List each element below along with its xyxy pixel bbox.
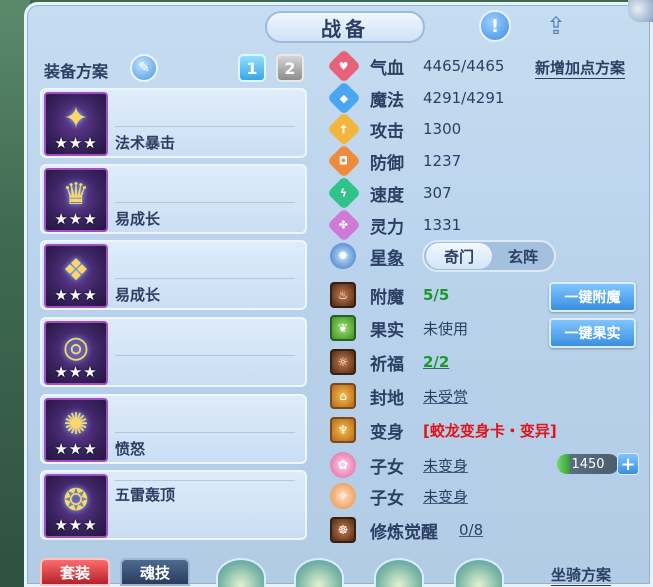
exclamation-icon: ! — [490, 15, 500, 37]
equipment-plan-label: 装备方案 — [44, 62, 109, 81]
mount-orb-3[interactable] — [374, 558, 424, 587]
equipment-slot-helmet[interactable]: ♛ ★★★ 易成长 — [40, 164, 307, 234]
new-point-plan-link[interactable]: 新增加点方案 — [535, 57, 626, 79]
equipment-item-icon: ✺ ★★★ — [44, 398, 108, 462]
equipment-effect-label: 易成长 — [115, 286, 161, 304]
extra-row-enchant: ♨ 附魔 5/5 — [330, 281, 530, 309]
toggle-option-qimen[interactable]: 奇门 — [426, 243, 492, 269]
child-icon: ✿ — [330, 452, 356, 478]
help-button[interactable]: ! — [479, 10, 511, 42]
stat-row-defense: ◘ 防御 1237 — [327, 144, 530, 178]
equipment-effect-label: 五雷轰顶 — [115, 486, 176, 504]
equipment-slot-shoes[interactable]: ❂ ★★★ 五雷轰顶 — [40, 470, 307, 540]
mount-value-bar: 1450 — [557, 454, 619, 474]
edit-plan-button[interactable]: ✎ — [130, 54, 158, 82]
add-value-button[interactable]: + — [617, 453, 639, 475]
one-click-enchant-button[interactable]: 一键附魔 — [549, 282, 636, 312]
equipment-slot-armor[interactable]: ❖ ★★★ 易成长 — [40, 240, 307, 310]
extra-row-cultivation: ☸ 修炼觉醒 0/8 — [330, 516, 550, 544]
share-icon: ⇪ — [545, 12, 567, 40]
equipment-item-icon: ◎ ★★★ — [44, 321, 108, 385]
equipment-item-icon: ✦ ★★★ — [44, 92, 108, 156]
star-sign-toggle[interactable]: 奇门 玄阵 — [422, 240, 556, 272]
mount-orb-2[interactable] — [294, 558, 344, 587]
equipment-item-icon: ♛ ★★★ — [44, 168, 108, 232]
star-sign-icon: ✹ — [330, 243, 356, 269]
bottom-bar: 套装 魂技 坐骑方案 — [24, 552, 653, 587]
stat-row-hp: ♥ 气血 4465/4465 — [327, 49, 530, 83]
star-sign-row: ✹ 星象 — [330, 242, 410, 270]
plan-slot-2[interactable]: 2 — [276, 54, 304, 82]
equipment-item-icon: ❖ ★★★ — [44, 244, 108, 308]
mount-orb-1[interactable] — [216, 558, 266, 587]
mana-icon: ◆ — [327, 81, 361, 115]
shield-icon: ◘ — [327, 144, 361, 178]
equipment-item-icon: ❂ ★★★ — [44, 474, 108, 538]
equipment-effect-label: 愤怒 — [115, 440, 146, 458]
title-plate: 战备 — [265, 11, 425, 43]
extra-row-blessing: ☼ 祈福 2/2 — [330, 348, 530, 376]
equipment-effect-label: 易成长 — [115, 210, 161, 228]
heart-icon: ♥ — [327, 49, 361, 83]
extra-row-child-2: ✧ 子女 未变身 — [330, 482, 530, 510]
spirit-icon: ✤ — [327, 208, 361, 242]
one-click-fruit-button[interactable]: 一键果实 — [549, 318, 636, 348]
transform-icon: ♆ — [330, 417, 356, 443]
speed-icon: ϟ — [327, 176, 361, 210]
enchant-icon: ♨ — [330, 282, 356, 308]
sword-icon: † — [327, 112, 361, 146]
cultivation-icon: ☸ — [330, 517, 356, 543]
extra-row-child-1: ✿ 子女 未变身 — [330, 451, 530, 479]
blessing-icon: ☼ — [330, 349, 356, 375]
extra-row-fruit: ❦ 果实 未使用 — [330, 314, 530, 342]
tab-suit[interactable]: 套装 — [40, 558, 110, 586]
extra-row-fief: ⌂ 封地 未受赏 — [330, 382, 530, 410]
star-sign-link[interactable]: 星象 — [370, 244, 404, 269]
extra-row-transform: ♆ 变身 [蛟龙变身卡・变异] — [330, 416, 590, 444]
toggle-option-xuanzhen[interactable]: 玄阵 — [492, 246, 554, 267]
fief-icon: ⌂ — [330, 383, 356, 409]
child-icon: ✧ — [330, 483, 356, 509]
fruit-icon: ❦ — [330, 315, 356, 341]
plus-icon: + — [620, 453, 636, 475]
stat-row-spirit: ✤ 灵力 1331 — [327, 208, 530, 242]
mount-orb-4[interactable] — [454, 558, 504, 587]
stat-row-speed: ϟ 速度 307 — [327, 176, 530, 210]
equipment-slot-belt[interactable]: ✺ ★★★ 愤怒 — [40, 394, 307, 464]
equipment-slot-necklace[interactable]: ◎ ★★★ — [40, 317, 307, 387]
mount-plan-link[interactable]: 坐骑方案 — [551, 564, 612, 586]
stat-row-attack: † 攻击 1300 — [327, 112, 530, 146]
equipment-slot-weapon[interactable]: ✦ ★★★ 法术暴击 — [40, 88, 307, 158]
pen-icon: ✎ — [138, 60, 150, 76]
stat-row-mp: ◆ 魔法 4291/4291 — [327, 81, 530, 115]
tab-soul-skill[interactable]: 魂技 — [120, 558, 190, 586]
close-corner-icon[interactable] — [628, 0, 653, 22]
share-button[interactable]: ⇪ — [538, 10, 574, 42]
equipment-effect-label: 法术暴击 — [115, 134, 176, 152]
page-title: 战备 — [321, 16, 369, 41]
plan-slot-1[interactable]: 1 — [238, 54, 266, 82]
